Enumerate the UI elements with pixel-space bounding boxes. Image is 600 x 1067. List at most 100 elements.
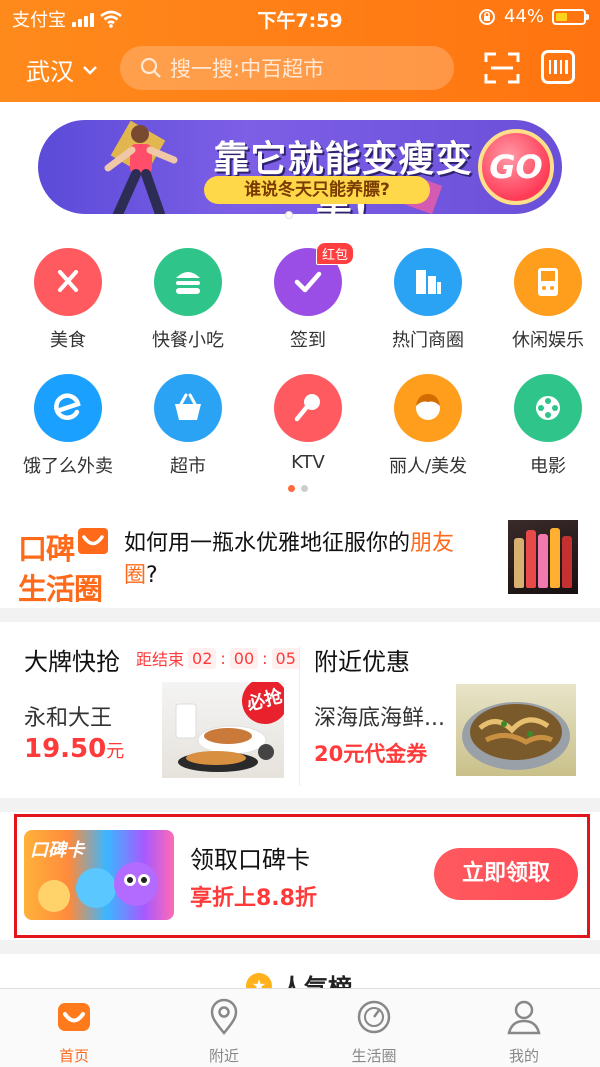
section-gap [0, 940, 600, 954]
app-root: 支付宝 下午7:59 44% 武汉 搜一搜:中百超市 靠它就能变瘦变 谁说冬天只… [0, 0, 600, 1067]
banner-subtitle: 谁说冬天只能养膘? [204, 176, 430, 204]
section-gap [0, 798, 600, 812]
promo-banner[interactable]: 靠它就能变瘦变美! 谁说冬天只能养膘? GO [38, 120, 562, 214]
card-promo-subtitle: 享折上8.8折 [190, 886, 317, 911]
film-reel-icon [514, 374, 582, 442]
category-label: 超市 [170, 456, 206, 477]
nearby-deal-name[interactable]: 深海底海鲜... [314, 700, 445, 732]
runner-illustration [104, 125, 178, 214]
koubei-card-image[interactable]: 口碑卡 [24, 830, 174, 920]
category-label: 休闲娱乐 [512, 330, 584, 351]
life-circle-icon [357, 1000, 391, 1034]
category-7[interactable]: 超市 [128, 374, 248, 478]
countdown-hours: 02 [188, 647, 217, 669]
koubei-home-icon [58, 1003, 90, 1031]
nearby-deal-image[interactable] [456, 684, 576, 776]
gameboy-icon [514, 248, 582, 316]
category-3[interactable]: 红包签到 [248, 242, 368, 352]
woman-icon [394, 374, 462, 442]
status-bar: 支付宝 下午7:59 44% [0, 0, 600, 34]
tab-label: 我的 [508, 1047, 539, 1065]
buildings-icon [394, 248, 462, 316]
banner-go-button[interactable]: GO [478, 129, 554, 205]
food-illustration [462, 702, 570, 770]
banner-indicator [286, 212, 292, 218]
user-icon [507, 1000, 541, 1035]
category-10[interactable]: 电影 [488, 374, 600, 478]
category-label: KTV [291, 452, 325, 473]
category-label: 签到 [290, 330, 326, 351]
category-label: 热门商圈 [392, 330, 464, 351]
tab-label: 附近 [208, 1047, 239, 1065]
countdown: 距结束 02 : 00 : 05 [136, 646, 300, 670]
category-pager [288, 485, 308, 492]
tab-nearby[interactable]: 附近 [164, 997, 284, 1066]
category-4[interactable]: 热门商圈 [368, 248, 488, 352]
flash-deal-image[interactable]: 必抢 [162, 682, 284, 778]
tab-bar: 首页 附近 生活圈 我的 [0, 988, 600, 1067]
koubei-logo: 口碑 生活圈 [18, 526, 108, 606]
microphone-icon [274, 374, 342, 442]
flash-deal-price: 19.50元 [24, 734, 124, 764]
category-label: 电影 [530, 456, 566, 477]
search-icon [140, 57, 161, 78]
pager-dot [301, 485, 308, 492]
header: 支付宝 下午7:59 44% 武汉 搜一搜:中百超市 [0, 0, 600, 102]
flash-deal-name[interactable]: 永和大王 [24, 700, 112, 732]
pager-dot-active [288, 485, 295, 492]
battery-level [556, 12, 568, 21]
scan-icon[interactable] [484, 50, 520, 86]
barcode-icon[interactable] [541, 50, 575, 84]
claim-card-button[interactable]: 立即领取 [434, 848, 578, 900]
category-1[interactable]: 美食 [8, 248, 128, 352]
deals-section: 大牌快抢 距结束 02 : 00 : 05 永和大王 19.50元 必抢 附近优… [0, 622, 600, 798]
category-2[interactable]: 快餐小吃 [128, 248, 248, 352]
tab-home[interactable]: 首页 [14, 997, 134, 1066]
tab-life-circle[interactable]: 生活圈 [314, 997, 434, 1066]
price-value: 19.50 [24, 734, 107, 764]
category-label: 快餐小吃 [152, 330, 224, 351]
red-packet-badge: 红包 [315, 242, 354, 265]
tab-label: 生活圈 [351, 1047, 397, 1065]
tab-label: 首页 [58, 1047, 89, 1065]
battery-percent: 44% [503, 6, 544, 27]
article-suffix: ? [146, 563, 158, 588]
countdown-seconds: 05 [271, 647, 300, 669]
smile-icon [78, 528, 108, 554]
article-title: 如何用一瓶水优雅地征服你的朋友圈? [124, 528, 484, 592]
nav-row: 武汉 搜一搜:中百超市 [0, 44, 600, 92]
check-icon: 红包 [274, 242, 354, 316]
burger-icon [154, 248, 222, 316]
category-label: 美食 [50, 330, 86, 351]
flash-sale-title[interactable]: 大牌快抢 [24, 642, 120, 677]
fork-spoon-icon [34, 248, 102, 316]
countdown-sep: : [220, 648, 226, 668]
nearby-deals-title[interactable]: 附近优惠 [314, 642, 410, 677]
eleme-icon [34, 374, 102, 442]
nearby-deal-offer: 20元代金券 [314, 742, 428, 766]
status-right: 44% [478, 6, 589, 27]
section-gap [0, 608, 600, 622]
koubei-article[interactable]: 口碑 生活圈 如何用一瓶水优雅地征服你的朋友圈? [0, 506, 600, 608]
battery-icon [552, 8, 589, 25]
city-selector[interactable]: 武汉 [26, 52, 98, 87]
category-label: 丽人/美发 [388, 456, 468, 477]
tab-me[interactable]: 我的 [464, 997, 584, 1066]
article-text: 如何用一瓶水优雅地征服你的 [124, 531, 411, 556]
basket-icon [154, 374, 222, 442]
koubei-logo-line2: 生活圈 [18, 572, 103, 606]
chevron-down-icon [83, 65, 97, 75]
search-placeholder: 搜一搜:中百超市 [170, 57, 325, 81]
card-promo-title: 领取口碑卡 [190, 846, 310, 874]
countdown-sep: : [262, 648, 268, 668]
category-9[interactable]: 丽人/美发 [368, 374, 488, 478]
article-thumbnail [508, 520, 578, 594]
price-unit: 元 [106, 741, 125, 762]
city-name: 武汉 [26, 58, 74, 86]
category-8[interactable]: KTV [248, 374, 368, 473]
card-tag: 口碑卡 [30, 840, 84, 861]
search-bar[interactable]: 搜一搜:中百超市 [120, 46, 454, 90]
rotation-lock-icon [478, 8, 495, 25]
category-6[interactable]: 饿了么外卖 [8, 374, 128, 478]
category-5[interactable]: 休闲娱乐 [488, 248, 600, 352]
